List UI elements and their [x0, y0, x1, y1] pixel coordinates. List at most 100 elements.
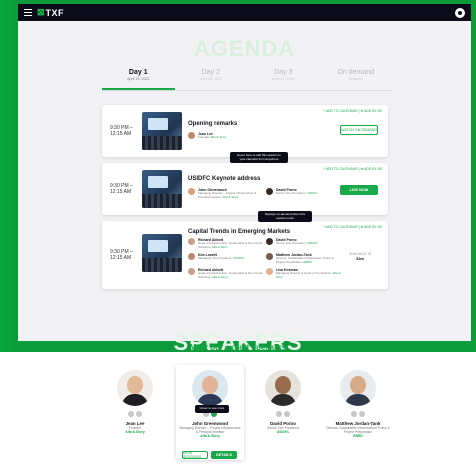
speaker-company: EBRD: [303, 259, 312, 264]
speaker-company: Alfa & Story: [222, 194, 239, 199]
linkedin-icon[interactable]: [276, 411, 282, 417]
linkedin-icon[interactable]: [128, 411, 134, 417]
speaker-chip[interactable]: Kim Leavitt Managing Vice President, USI…: [188, 253, 244, 261]
speaker-company: USIDFC: [306, 241, 318, 245]
speaker-chip[interactable]: John Greenwood Managing Director – Proje…: [188, 188, 266, 199]
speaker-card[interactable]: John Greenwood Managing Director – Proje…: [175, 370, 245, 438]
add-to-calendar-link[interactable]: + ADD TO CALENDAR | ⊕ ADD BY AE: [323, 109, 382, 113]
live-now-button[interactable]: LIVE NOW: [340, 185, 378, 195]
speaker-company: Alfa & Story: [200, 434, 220, 438]
session-card[interactable]: 9:30 PM – 12:15 AM USIDFC Keynote addres…: [102, 163, 388, 215]
speaker-company: Alfa & Story: [211, 274, 228, 279]
speaker-role: Director, Sustainable Infrastructure Pol…: [326, 426, 390, 434]
speakers-section: SPEAKERS Meet our expert speakers Jean L…: [0, 330, 476, 471]
available-value: 32m: [355, 256, 364, 261]
add-to-calendar-link[interactable]: + ADD TO CALENDAR | ⊕ ADD BY AE: [323, 225, 382, 229]
availability-countdown: AVAILABLE IN 32m: [342, 252, 378, 261]
top-bar: ⊠ TXF: [18, 4, 471, 21]
linkedin-icon[interactable]: [351, 411, 357, 417]
session-thumbnail: [142, 112, 182, 150]
avatar: [266, 188, 273, 195]
speaker-chip[interactable]: Matthew Jordan-Tank Director, Sustainabl…: [266, 253, 344, 264]
avatar: [266, 238, 273, 245]
session-time: 9:30 PM – 12:15 AM: [110, 249, 133, 261]
calendar-tooltip: Hover here to add this session to your c…: [230, 152, 288, 164]
avatar: [188, 238, 195, 245]
speaker-chip[interactable]: Jean Lee Founder, Alfa & Story: [188, 132, 226, 140]
details-button[interactable]: DETAILS: [211, 451, 237, 459]
tab-date: April 20, 2023: [199, 77, 222, 81]
logo[interactable]: ⊠ TXF: [37, 7, 64, 18]
session-card[interactable]: 9:30 PM – 12:15 AM Capital Trends in Eme…: [102, 221, 388, 289]
speaker-chip[interactable]: Richard Abbott Head of Infrastructure, S…: [188, 238, 266, 249]
speaker-company: Alfa & Story: [210, 135, 227, 139]
twitter-icon[interactable]: [136, 411, 142, 417]
menu-icon[interactable]: [24, 9, 32, 16]
speaker-role: Managing Director & Head of Syndication,: [276, 271, 333, 275]
session-title: Capital Trends in Emerging Markets: [188, 229, 291, 235]
logo-text: TXF: [45, 7, 65, 18]
avatar: [266, 253, 273, 260]
speaker-chip[interactable]: Richard Abbott Head of Infrastructure, S…: [188, 268, 266, 279]
tab-on-demand[interactable]: On demand Sessions: [320, 69, 393, 90]
tab-label: Day 2: [201, 69, 220, 76]
session-card[interactable]: 9:30 PM – 12:15 AM Opening remarks + ADD…: [102, 105, 388, 157]
on-demand-tooltip: Replays on-demand when this session ends: [258, 211, 312, 223]
page: ⊠ TXF AGENDA Day 1 April 19, 2023 Day 2 …: [0, 0, 476, 471]
tab-label: On demand: [337, 69, 375, 76]
speaker-role: Managing Director – Project Infrastructu…: [179, 426, 241, 434]
speaker-card[interactable]: Jean Lee Founder Alfa & Story: [100, 370, 170, 434]
speaker-role: Senior Vice President,: [276, 241, 307, 245]
tab-date: April 21, 2023: [272, 77, 295, 81]
avatar: [188, 253, 195, 260]
view-sessions-button[interactable]: VIEW SESSIONS: [182, 451, 208, 459]
avatar: [188, 268, 195, 275]
tab-label: Day 3: [274, 69, 293, 76]
tab-day-3[interactable]: Day 3 April 21, 2023: [247, 69, 320, 90]
speaker-company: USIDFC: [306, 191, 318, 195]
session-time: 9:30 PM – 12:15 AM: [110, 183, 133, 195]
speakers-subtitle: Meet our expert speakers: [189, 343, 287, 352]
logo-mark: ⊠: [37, 7, 45, 17]
tab-label: Day 1: [128, 69, 148, 76]
twitter-icon[interactable]: [359, 411, 365, 417]
tab-date: April 19, 2023: [127, 77, 150, 81]
tab-day-2[interactable]: Day 2 April 20, 2023: [175, 69, 248, 90]
speaker-role: Head of Infrastructure, Sustainable & De…: [198, 271, 263, 279]
speaker-card[interactable]: David Porno Senior Vice President USIDFC: [248, 370, 318, 434]
twitter-icon[interactable]: [284, 411, 290, 417]
user-icon[interactable]: [455, 7, 465, 18]
speaker-role: Senior Vice President,: [276, 191, 307, 195]
agenda-panel: AGENDA Day 1 April 19, 2023 Day 2 April …: [18, 21, 471, 341]
speaker-chip[interactable]: David Porno Senior Vice President, USIDF…: [266, 188, 318, 196]
speaker-chip[interactable]: Lisa Kirkman Managing Director & Head of…: [266, 268, 344, 279]
green-edge: [0, 0, 18, 352]
speaker-company: Alfa & Story: [125, 430, 145, 434]
day-tabs: Day 1 April 19, 2023 Day 2 April 20, 202…: [102, 69, 392, 91]
agenda-title: AGENDA: [193, 36, 296, 61]
speaker-photo: [192, 370, 228, 406]
speaker-company: Alfa & Story: [211, 244, 228, 249]
add-to-calendar-link[interactable]: + ADD TO CALENDAR | ⊕ ADD BY AE: [323, 167, 382, 171]
speaker-company: USIDFC: [232, 256, 245, 260]
tab-date: Sessions: [348, 77, 364, 81]
speaker-company: USIDFC: [276, 430, 290, 434]
session-title: Opening remarks: [188, 121, 238, 127]
tab-day-1[interactable]: Day 1 April 19, 2023: [102, 69, 175, 90]
watch-on-demand-button[interactable]: WATCH ON DEMAND: [340, 125, 378, 135]
speaker-company: EBRD: [353, 434, 363, 438]
speaker-chip[interactable]: David Porno Senior Vice President, USIDF…: [266, 238, 318, 246]
avatar: [188, 132, 195, 139]
session-time: 9:30 PM – 12:15 AM: [110, 125, 133, 137]
speaker-role: Founder,: [198, 135, 211, 139]
session-thumbnail: [142, 234, 182, 272]
avatar: [188, 188, 195, 195]
speaker-role: Managing Vice President,: [198, 256, 233, 260]
speaker-card[interactable]: Matthew Jordan-Tank Director, Sustainabl…: [320, 370, 396, 438]
avatar: [266, 268, 273, 275]
speaker-photo: [117, 370, 153, 406]
session-title: USIDFC Keynote address: [188, 176, 261, 182]
hover-tooltip: Hover to see more: [195, 405, 229, 413]
speaker-photo: [340, 370, 376, 406]
session-thumbnail: [142, 170, 182, 208]
